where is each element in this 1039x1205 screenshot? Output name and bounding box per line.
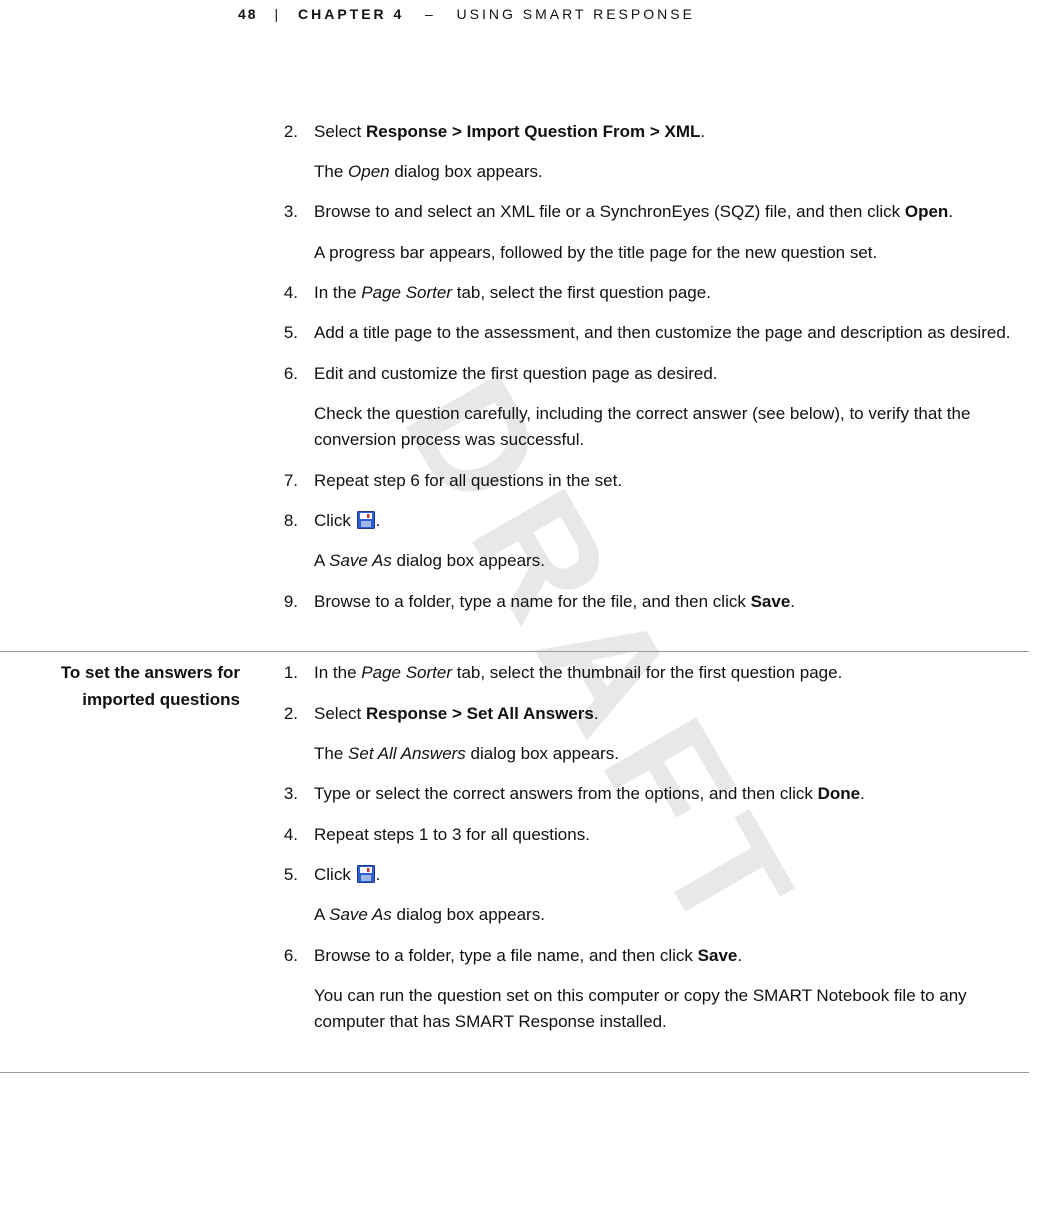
step-text: A progress bar appears, followed by the … (314, 240, 1017, 266)
step-text: Browse to a folder, type a name for the … (314, 589, 1017, 615)
step-text: Repeat step 6 for all questions in the s… (314, 468, 1017, 494)
step-item: 9. Browse to a folder, type a name for th… (276, 589, 1017, 615)
step-item: 1. In the Page Sorter tab, select the thu… (276, 660, 1017, 686)
page-header: 48 | CHAPTER 4 – USING SMART RESPONSE (0, 0, 1039, 61)
step-text: Add a title page to the assessment, and … (314, 320, 1017, 346)
step-text: A Save As dialog box appears. (314, 902, 1017, 928)
step-number: 6. (276, 943, 298, 969)
step-text: You can run the question set on this com… (314, 983, 1017, 1036)
step-body: Add a title page to the assessment, and … (314, 320, 1017, 346)
step-item: 8. Click . A Save As dialog box appears. (276, 508, 1017, 575)
step-text: Select Response > Import Question From >… (314, 119, 1017, 145)
step-number: 5. (276, 862, 298, 888)
step-item: 3. Type or select the correct answers fro… (276, 781, 1017, 807)
step-number: 3. (276, 199, 298, 225)
step-number: 4. (276, 822, 298, 848)
step-item: 5. Click . A Save As dialog box appears. (276, 862, 1017, 929)
step-body: Type or select the correct answers from … (314, 781, 1017, 807)
side-label-1 (0, 61, 258, 77)
side-label-2: To set the answers for imported question… (0, 652, 258, 721)
step-text: Check the question carefully, including … (314, 401, 1017, 454)
step-text: Click . (314, 508, 1017, 534)
step-number: 6. (276, 361, 298, 387)
step-number: 2. (276, 119, 298, 145)
step-body: Browse to a folder, type a file name, an… (314, 943, 1017, 1036)
step-item: 3. Browse to and select an XML file or a … (276, 199, 1017, 266)
step-number: 4. (276, 280, 298, 306)
step-text: In the Page Sorter tab, select the first… (314, 280, 1017, 306)
step-text: Select Response > Set All Answers. (314, 701, 1017, 727)
step-item: 6. Browse to a folder, type a file name, … (276, 943, 1017, 1036)
step-body: Browse to a folder, type a name for the … (314, 589, 1017, 615)
step-text: Browse to and select an XML file or a Sy… (314, 199, 1017, 225)
step-item: 4. Repeat steps 1 to 3 for all questions. (276, 822, 1017, 848)
step-body: Click . A Save As dialog box appears. (314, 862, 1017, 929)
step-item: 7. Repeat step 6 for all questions in the… (276, 468, 1017, 494)
step-body: Edit and customize the first question pa… (314, 361, 1017, 454)
step-text: A Save As dialog box appears. (314, 548, 1017, 574)
step-text: Repeat steps 1 to 3 for all questions. (314, 822, 1017, 848)
steps-list-1: 2. Select Response > Import Question From… (276, 119, 1017, 615)
step-number: 1. (276, 660, 298, 686)
save-icon (357, 865, 375, 883)
step-text: The Open dialog box appears. (314, 159, 1017, 185)
step-text: In the Page Sorter tab, select the thumb… (314, 660, 1017, 686)
step-number: 8. (276, 508, 298, 534)
step-body: In the Page Sorter tab, select the first… (314, 280, 1017, 306)
step-body: Repeat step 6 for all questions in the s… (314, 468, 1017, 494)
procedure-block-1: 2. Select Response > Import Question From… (0, 61, 1029, 652)
step-number: 2. (276, 701, 298, 727)
step-number: 3. (276, 781, 298, 807)
step-item: 2. Select Response > Import Question From… (276, 119, 1017, 186)
chapter-title: USING SMART RESPONSE (457, 6, 695, 22)
step-text: Type or select the correct answers from … (314, 781, 1017, 807)
step-number: 7. (276, 468, 298, 494)
header-dash: – (425, 6, 436, 22)
step-item: 2. Select Response > Set All Answers. The … (276, 701, 1017, 768)
step-body: Select Response > Import Question From >… (314, 119, 1017, 186)
step-body: Select Response > Set All Answers. The Se… (314, 701, 1017, 768)
step-text: Click . (314, 862, 1017, 888)
step-number: 5. (276, 320, 298, 346)
procedure-block-2: To set the answers for imported question… (0, 652, 1029, 1072)
step-body: Browse to and select an XML file or a Sy… (314, 199, 1017, 266)
step-text: The Set All Answers dialog box appears. (314, 741, 1017, 767)
save-icon (357, 511, 375, 529)
chapter-label: CHAPTER 4 (298, 6, 404, 22)
step-item: 5. Add a title page to the assessment, an… (276, 320, 1017, 346)
step-text: Edit and customize the first question pa… (314, 361, 1017, 387)
steps-list-2: 1. In the Page Sorter tab, select the thu… (276, 660, 1017, 1035)
step-body: In the Page Sorter tab, select the thumb… (314, 660, 1017, 686)
step-item: 4. In the Page Sorter tab, select the fir… (276, 280, 1017, 306)
step-body: Click . A Save As dialog box appears. (314, 508, 1017, 575)
header-separator: | (264, 6, 291, 22)
step-item: 6. Edit and customize the first question … (276, 361, 1017, 454)
page-number: 48 (238, 6, 258, 22)
step-number: 9. (276, 589, 298, 615)
step-body: Repeat steps 1 to 3 for all questions. (314, 822, 1017, 848)
step-text: Browse to a folder, type a file name, an… (314, 943, 1017, 969)
